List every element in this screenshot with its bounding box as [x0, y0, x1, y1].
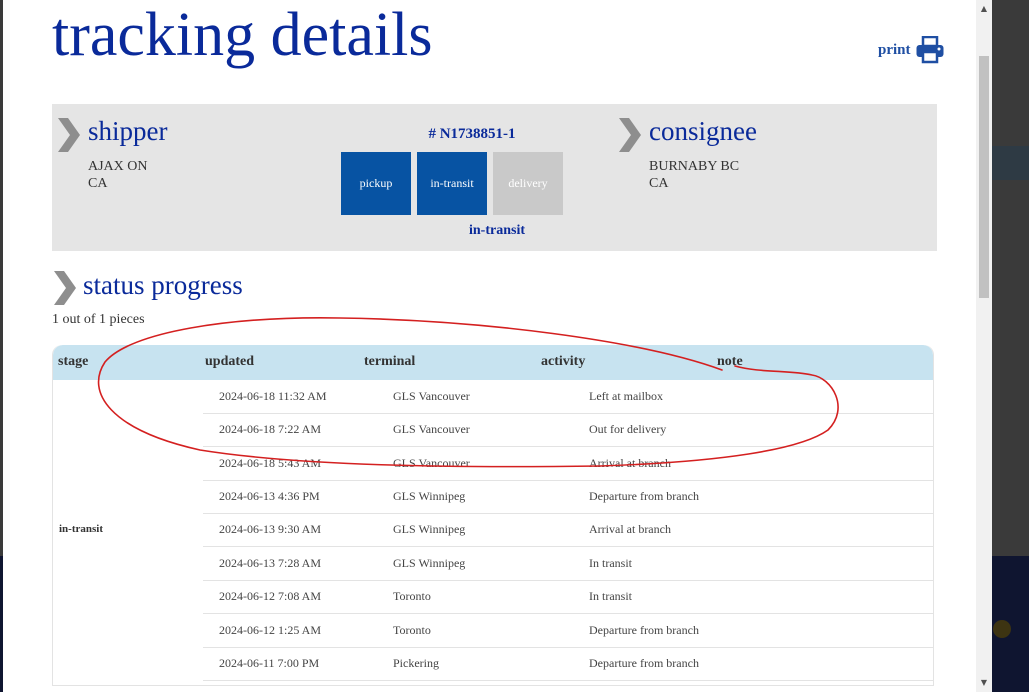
cell-activity: Departure from branch — [589, 489, 699, 503]
cell-terminal: Toronto — [393, 623, 431, 637]
page-title: tracking details — [52, 1, 433, 69]
cell-activity: Departure from branch — [589, 656, 699, 670]
print-link[interactable]: print — [878, 36, 945, 64]
table-row: 2024-06-18 5:43 AM GLS Vancouver Arrival… — [203, 447, 933, 481]
consignee-country: CA — [649, 176, 669, 191]
shipper-country: CA — [88, 176, 108, 191]
step-pickup: pickup — [341, 152, 411, 215]
shipment-summary: shipper AJAX ON CA # N1738851-1 pickup i… — [52, 104, 937, 251]
shipper-label: shipper — [88, 116, 168, 146]
scroll-up-arrow-icon[interactable]: ▲ — [976, 2, 992, 16]
table-row: 2024-06-12 7:08 AM Toronto In transit — [203, 580, 933, 614]
cell-terminal: GLS Vancouver — [393, 422, 470, 436]
table-row: 2024-06-13 4:36 PM GLS Winnipeg Departur… — [203, 480, 933, 514]
column-note: note — [717, 354, 743, 369]
chevron-right-icon — [619, 118, 641, 152]
cell-activity: Left at mailbox — [589, 389, 663, 403]
cell-updated: 2024-06-18 5:43 AM — [219, 456, 321, 470]
consignee-city: BURNABY BC — [649, 159, 740, 174]
column-terminal: terminal — [364, 354, 416, 369]
backdrop-band — [992, 146, 1029, 180]
chevron-right-icon — [54, 271, 76, 305]
table-row: 2024-06-13 9:30 AM GLS Winnipeg Arrival … — [203, 513, 933, 547]
cell-activity: Departure from branch — [589, 623, 699, 637]
column-activity: activity — [541, 354, 586, 369]
cell-terminal: GLS Vancouver — [393, 389, 470, 403]
cell-terminal: GLS Winnipeg — [393, 556, 466, 570]
cell-terminal: Toronto — [393, 589, 431, 603]
step-in-transit: in-transit — [417, 152, 487, 215]
status-progress-title: status progress — [83, 270, 243, 300]
cell-updated: 2024-06-11 7:00 PM — [219, 656, 320, 670]
cell-updated: 2024-06-13 7:28 AM — [219, 556, 321, 570]
cell-updated: 2024-06-12 1:25 AM — [219, 623, 321, 637]
cell-activity: Out for delivery — [589, 422, 667, 436]
cell-terminal: GLS Winnipeg — [393, 489, 466, 503]
cell-activity: In transit — [589, 589, 632, 603]
printer-icon — [915, 36, 945, 64]
cell-terminal: GLS Vancouver — [393, 456, 470, 470]
table-row: 2024-06-13 7:28 AM GLS Winnipeg In trans… — [203, 547, 933, 581]
column-stage: stage — [58, 354, 89, 369]
cell-updated: 2024-06-13 4:36 PM — [219, 489, 320, 503]
cell-updated: 2024-06-12 7:08 AM — [219, 589, 321, 603]
table-row: 2024-06-11 7:00 PM Pickering Departure f… — [203, 647, 933, 681]
cell-updated: 2024-06-18 11:32 AM — [219, 389, 327, 403]
stage-cell: in-transit — [59, 523, 103, 535]
consignee-label: consignee — [649, 116, 757, 146]
status-table: stage updated terminal activity note in-… — [52, 345, 934, 686]
backdrop-left-lower — [0, 556, 3, 692]
cell-activity: Arrival at branch — [589, 456, 671, 470]
status-table-header: stage updated terminal activity note — [53, 345, 933, 380]
column-updated: updated — [205, 354, 255, 369]
table-row: 2024-06-18 11:32 AM GLS Vancouver Left a… — [203, 380, 933, 414]
pieces-count: 1 out of 1 pieces — [52, 312, 145, 327]
cell-updated: 2024-06-18 7:22 AM — [219, 422, 321, 436]
backdrop-dot — [993, 620, 1011, 638]
table-row: 2024-06-18 7:22 AM GLS Vancouver Out for… — [203, 413, 933, 447]
cell-terminal: GLS Winnipeg — [393, 522, 466, 536]
current-status: in-transit — [469, 223, 525, 238]
tracking-number: # N1738851-1 — [428, 126, 516, 142]
step-delivery: delivery — [493, 152, 563, 215]
print-label: print — [878, 41, 911, 58]
cell-activity: In transit — [589, 556, 632, 570]
cell-activity: Arrival at branch — [589, 522, 671, 536]
cell-updated: 2024-06-13 9:30 AM — [219, 522, 321, 536]
modal-scrollbar[interactable]: ▲ ▼ — [976, 0, 992, 692]
scroll-down-arrow-icon[interactable]: ▼ — [976, 676, 992, 690]
scroll-thumb[interactable] — [979, 56, 989, 298]
chevron-right-icon — [58, 118, 80, 152]
shipper-city: AJAX ON — [88, 159, 148, 174]
table-row: 2024-06-12 1:25 AM Toronto Departure fro… — [203, 614, 933, 648]
cell-terminal: Pickering — [393, 656, 439, 670]
